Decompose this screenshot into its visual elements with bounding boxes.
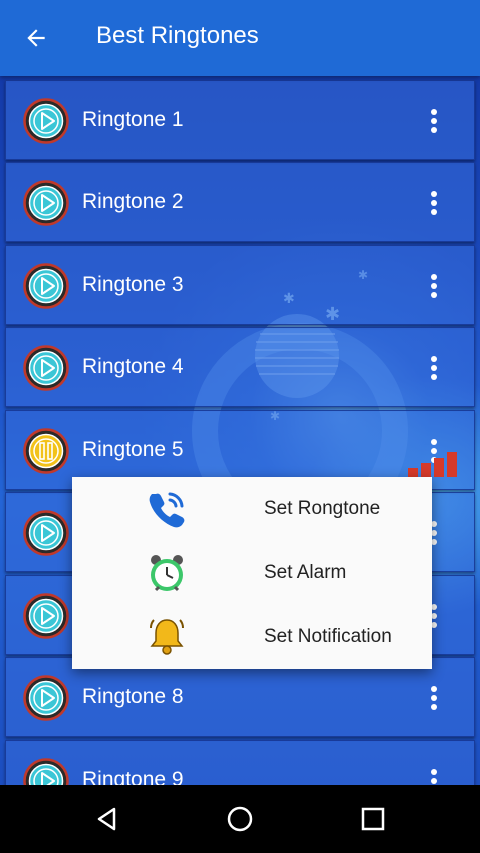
more-options-icon[interactable]	[424, 188, 444, 218]
ringtone-label: Ringtone 5	[82, 438, 184, 461]
play-icon	[23, 593, 69, 639]
ringtone-row[interactable]: Ringtone 3	[5, 245, 475, 325]
ringtone-row[interactable]: Ringtone 8	[5, 657, 475, 737]
menu-item-set-alarm[interactable]: Set Alarm	[72, 541, 432, 605]
pause-icon	[23, 428, 69, 474]
play-icon	[23, 675, 69, 721]
ringtone-label: Ringtone 1	[82, 108, 184, 131]
play-button[interactable]	[23, 345, 69, 391]
ringtone-options-menu: Set Rongtone Set Alarm Set Notification	[72, 477, 432, 669]
play-button[interactable]	[23, 593, 69, 639]
play-icon	[23, 263, 69, 309]
ringtone-row[interactable]: Ringtone 9	[5, 740, 475, 785]
ringtone-list[interactable]: ✱ ✱ ✱ ✱ Ringtone 1Ringtone 2Ringtone 3Ri…	[0, 76, 480, 785]
bell-icon	[150, 619, 184, 655]
page-title: Best Ringtones	[96, 22, 259, 49]
play-icon	[23, 345, 69, 391]
menu-item-label: Set Notification	[264, 626, 392, 647]
menu-item-label: Set Alarm	[264, 562, 347, 583]
nav-home-button[interactable]	[222, 801, 258, 837]
play-button[interactable]	[23, 758, 69, 785]
more-options-icon[interactable]	[424, 353, 444, 383]
play-button[interactable]	[23, 263, 69, 309]
play-button[interactable]	[23, 98, 69, 144]
play-icon	[23, 758, 69, 785]
system-nav-bar	[0, 785, 480, 853]
play-icon	[23, 98, 69, 144]
play-button[interactable]	[23, 180, 69, 226]
ringtone-label: Ringtone 2	[82, 190, 184, 213]
nav-recents-button[interactable]	[355, 801, 391, 837]
phone-call-icon	[149, 492, 185, 528]
ringtone-row[interactable]: Ringtone 4	[5, 327, 475, 407]
more-options-icon[interactable]	[424, 766, 444, 785]
ringtone-label: Ringtone 9	[82, 768, 184, 785]
nav-recents-icon	[361, 807, 385, 831]
arrow-left-icon	[27, 29, 45, 47]
nav-back-icon	[97, 807, 116, 831]
alarm-clock-icon	[151, 555, 183, 592]
ringtone-row[interactable]: Ringtone 1	[5, 80, 475, 160]
more-options-icon[interactable]	[424, 271, 444, 301]
play-button[interactable]	[23, 675, 69, 721]
menu-item-label: Set Rongtone	[264, 498, 381, 519]
app-bar: Best Ringtones	[0, 0, 480, 76]
more-options-icon[interactable]	[424, 106, 444, 136]
signal-bars-icon	[408, 452, 457, 477]
play-icon	[23, 180, 69, 226]
menu-item-set-notification[interactable]: Set Notification	[72, 605, 432, 669]
play-icon	[23, 510, 69, 556]
ringtone-label: Ringtone 4	[82, 355, 184, 378]
nav-home-icon	[227, 806, 253, 832]
play-button[interactable]	[23, 510, 69, 556]
menu-item-set-ringtone[interactable]: Set Rongtone	[72, 477, 432, 541]
ringtone-label: Ringtone 3	[82, 273, 184, 296]
nav-back-button[interactable]	[89, 801, 125, 837]
pause-button[interactable]	[23, 428, 69, 474]
back-button[interactable]	[18, 20, 54, 56]
ringtone-row[interactable]: Ringtone 2	[5, 162, 475, 242]
ringtone-label: Ringtone 8	[82, 685, 184, 708]
more-options-icon[interactable]	[424, 683, 444, 713]
